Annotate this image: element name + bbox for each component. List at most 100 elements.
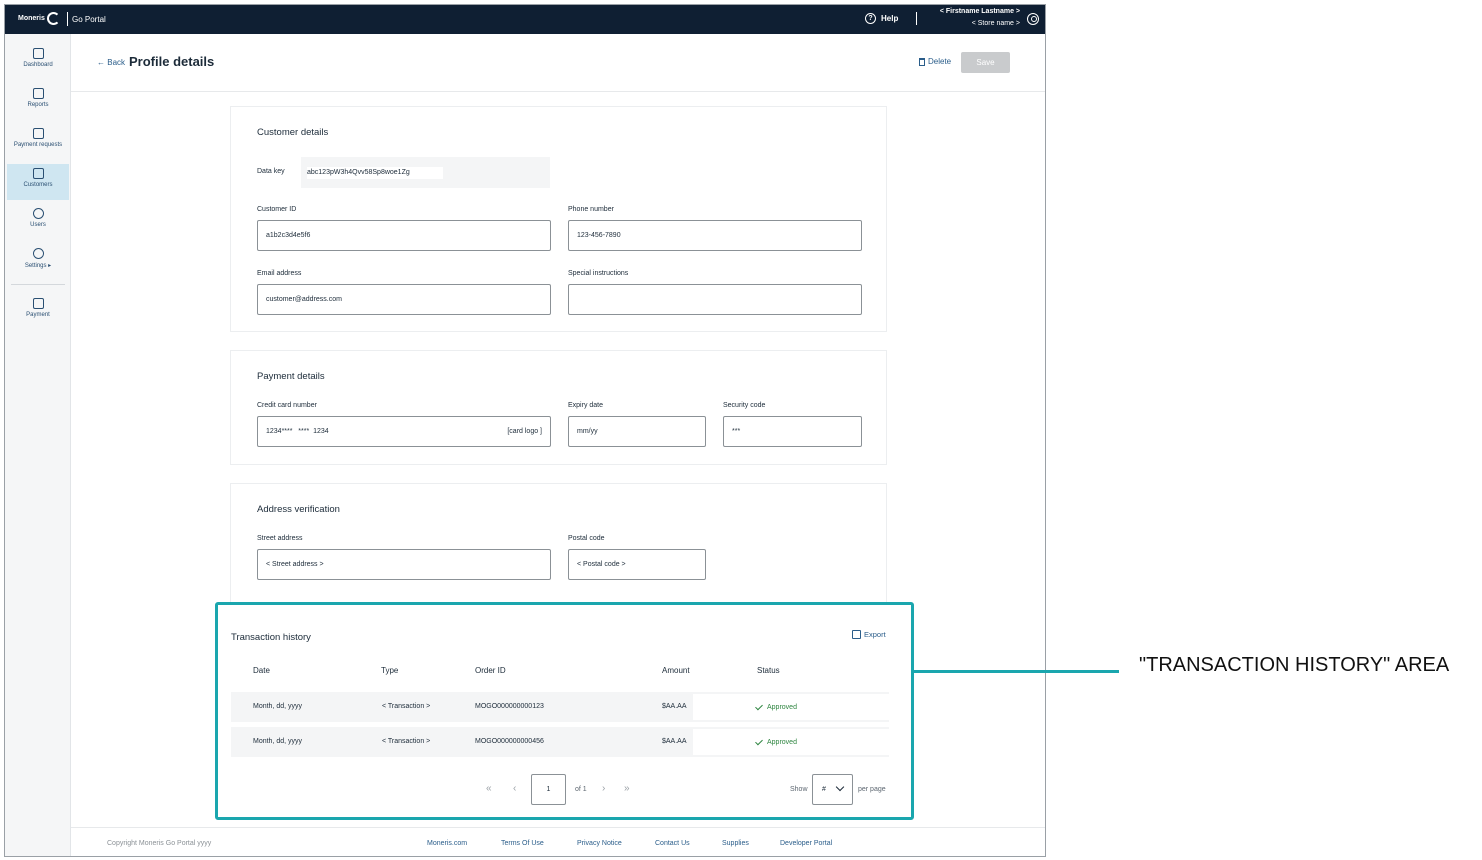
row-amount: $AA.AA — [662, 738, 687, 745]
column-header-order-id[interactable]: Order ID — [475, 666, 506, 675]
instructions-input[interactable] — [568, 284, 862, 315]
row-amount: $AA.AA — [662, 703, 687, 710]
status-label: Approved — [767, 739, 797, 746]
customer-details-title: Customer details — [257, 127, 329, 138]
per-page-select[interactable]: # — [812, 774, 853, 805]
payment-details-title: Payment details — [257, 371, 325, 382]
sidebar-item-label: Customers — [23, 182, 53, 188]
chevron-right-icon: ▸ — [48, 263, 52, 269]
check-icon — [755, 702, 763, 711]
help-icon: ? — [865, 13, 876, 24]
card-logo: [card logo ] — [507, 428, 542, 435]
reports-icon — [32, 88, 44, 99]
copyright: Copyright Moneris Go Portal yyyy — [107, 840, 212, 847]
row-status-cell: Approved — [693, 694, 889, 720]
column-header-date[interactable]: Date — [253, 666, 270, 675]
sidebar-item-label: Settings — [24, 263, 47, 269]
security-code-label: Security code — [723, 402, 766, 409]
account-icon[interactable] — [1027, 13, 1039, 25]
sidebar-item-customers[interactable]: Customers — [7, 164, 69, 200]
show-label: Show — [790, 786, 808, 793]
phone-label: Phone number — [568, 206, 614, 213]
app-window: Moneris Go Portal ? Help < Firstname Las… — [4, 4, 1046, 857]
email-input[interactable]: customer@address.com — [257, 284, 551, 315]
check-icon — [755, 737, 763, 746]
payment-details-card: Payment details Credit card number 1234*… — [230, 350, 887, 465]
email-label: Email address — [257, 270, 302, 277]
users-icon — [32, 208, 44, 219]
sidebar-item-label: Payment — [26, 312, 50, 318]
column-header-status[interactable]: Status — [757, 666, 780, 675]
status-label: Approved — [767, 704, 797, 711]
street-address-input[interactable]: < Street address > — [257, 549, 551, 580]
customer-id-input[interactable]: a1b2c3d4e5f6 — [257, 220, 551, 251]
sidebar-item-settings[interactable]: Settings ▸ — [7, 244, 69, 280]
expiry-input[interactable]: mm/yy — [568, 416, 706, 447]
delete-button[interactable]: Delete — [919, 57, 951, 66]
page-number-input[interactable]: 1 — [531, 774, 566, 805]
sidebar-item-label: Payment requests — [13, 142, 63, 148]
back-label: Back — [107, 58, 126, 67]
callout-label: "TRANSACTION HISTORY" AREA — [1139, 654, 1450, 676]
phone-input[interactable]: 123-456-7890 — [568, 220, 862, 251]
row-date: Month, dd, yyyy — [253, 738, 303, 745]
security-code-input[interactable]: *** — [723, 416, 862, 447]
store-name[interactable]: < Store name > — [972, 20, 1020, 27]
sidebar-item-dashboard[interactable]: Dashboard — [7, 44, 69, 80]
sidebar: Dashboard Reports Payment requests Custo… — [5, 34, 71, 856]
card-number-input[interactable]: 1234**** **** 1234 [card logo ] — [257, 416, 551, 447]
address-verification-card: Address verification Street address < St… — [230, 483, 887, 613]
table-row[interactable]: Month, dd, yyyy < Transaction > MOGO0000… — [231, 692, 889, 722]
table-row[interactable]: Month, dd, yyyy < Transaction > MOGO0000… — [231, 727, 889, 757]
back-link[interactable]: ← Back — [97, 58, 125, 67]
data-key-field: abc123pW3h4Qvv58Sp8woe1Zg — [301, 157, 550, 188]
last-page-icon[interactable]: » — [624, 783, 630, 794]
export-label: Export — [864, 630, 886, 639]
page-header: ← Back Profile details Delete Save — [71, 34, 1045, 92]
customer-details-card: Customer details Data key abc123pW3h4Qvv… — [230, 106, 887, 332]
next-page-icon[interactable]: › — [602, 783, 605, 794]
per-page-label: per page — [858, 786, 886, 793]
brand-name: Moneris — [18, 15, 45, 22]
per-page-value: # — [822, 786, 826, 793]
previous-page-icon[interactable]: ‹ — [513, 783, 516, 794]
moneris-logo-icon — [46, 12, 60, 25]
card-number-label: Credit card number — [257, 402, 317, 409]
customers-icon — [32, 168, 44, 179]
save-button[interactable]: Save — [961, 52, 1010, 73]
first-page-icon[interactable]: « — [486, 783, 492, 794]
user-name[interactable]: < Firstname Lastname > — [940, 8, 1020, 15]
product-name: Go Portal — [72, 15, 106, 24]
top-bar: Moneris Go Portal ? Help < Firstname Las… — [5, 5, 1045, 34]
column-header-type[interactable]: Type — [381, 666, 398, 675]
expiry-label: Expiry date — [568, 402, 604, 409]
row-order-id: MOGO000000000456 — [475, 738, 544, 745]
moneris-logo[interactable]: Moneris — [18, 12, 60, 25]
footer-link-supplies[interactable]: Supplies — [722, 840, 749, 847]
sidebar-divider — [11, 284, 65, 285]
topbar-divider — [916, 12, 917, 25]
export-button[interactable]: Export — [852, 630, 886, 639]
sidebar-item-payment-requests[interactable]: Payment requests — [7, 124, 69, 160]
sidebar-item-label: Reports — [27, 102, 49, 108]
sidebar-item-label: Users — [30, 222, 46, 228]
footer-link-terms[interactable]: Terms Of Use — [501, 840, 544, 847]
gear-icon — [32, 248, 44, 259]
payment-icon — [32, 298, 44, 309]
row-order-id: MOGO000000000123 — [475, 703, 544, 710]
chevron-down-icon — [835, 782, 845, 792]
footer-link-developer[interactable]: Developer Portal — [780, 840, 832, 847]
help-button[interactable]: ? Help — [865, 13, 898, 24]
instructions-label: Special instructions — [568, 270, 629, 277]
column-header-amount[interactable]: Amount — [662, 666, 690, 675]
sidebar-item-reports[interactable]: Reports — [7, 84, 69, 120]
footer-link-contact[interactable]: Contact Us — [655, 840, 690, 847]
sidebar-item-payment[interactable]: Payment — [7, 294, 69, 330]
sidebar-item-users[interactable]: Users — [7, 204, 69, 240]
footer-link-moneris[interactable]: Moneris.com — [427, 840, 467, 847]
data-key-label: Data key — [257, 168, 285, 175]
transaction-history-area: Transaction history Export Date Type Ord… — [215, 602, 914, 820]
page-count: of 1 — [575, 786, 587, 793]
footer-link-privacy[interactable]: Privacy Notice — [577, 840, 622, 847]
postal-code-input[interactable]: < Postal code > — [568, 549, 706, 580]
